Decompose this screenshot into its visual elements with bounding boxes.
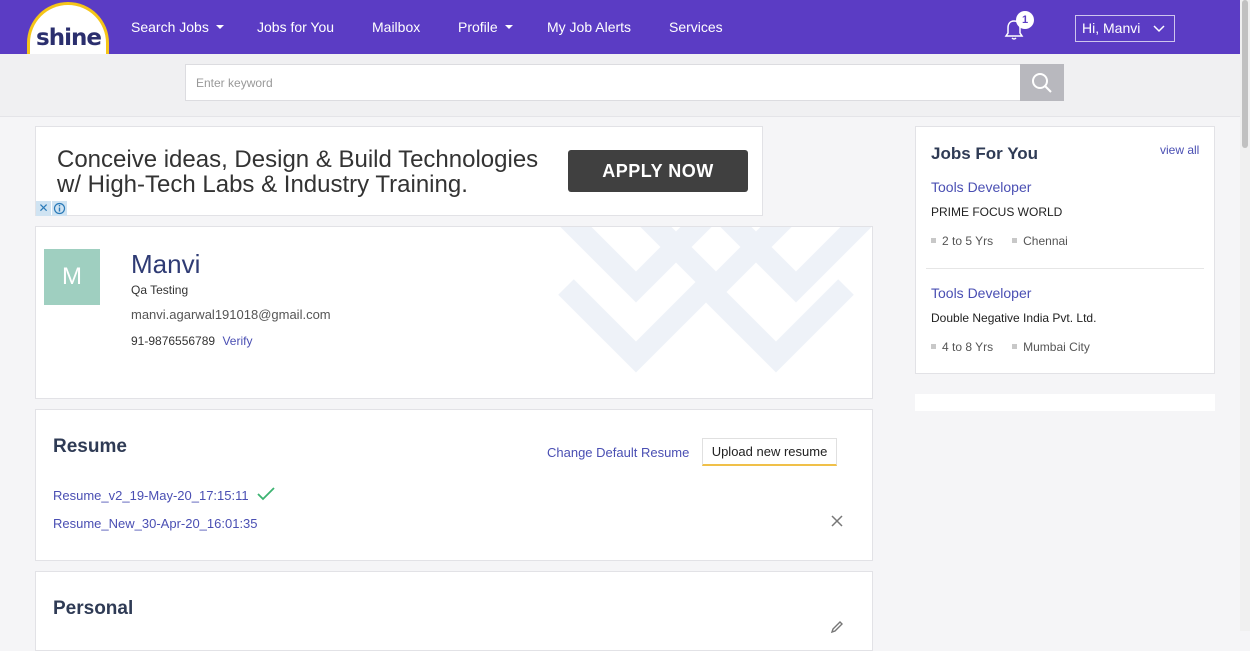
job-experience: 2 to 5 Yrs	[931, 234, 993, 248]
change-default-resume-link[interactable]: Change Default Resume	[547, 445, 689, 460]
verify-phone-link[interactable]: Verify	[222, 334, 252, 348]
jobs-for-you-title: Jobs For You	[931, 144, 1039, 163]
profile-email: manvi.agarwal191018@gmail.com	[131, 307, 331, 322]
nav-services-label: Services	[669, 19, 723, 35]
job-meta: 2 to 5 Yrs Chennai	[931, 234, 1087, 248]
user-menu-button[interactable]: Hi, Manvi	[1075, 15, 1175, 42]
nav-profile-label: Profile	[458, 19, 498, 35]
nav-search-jobs-label: Search Jobs	[131, 19, 209, 35]
delete-resume-icon[interactable]	[831, 515, 843, 527]
chevron-down-icon	[1153, 25, 1165, 33]
nav-my-job-alerts-label: My Job Alerts	[547, 19, 632, 35]
background-pattern	[558, 227, 872, 373]
view-all-link[interactable]: view all	[1160, 143, 1199, 157]
default-check-icon	[257, 487, 275, 501]
personal-card: Personal	[35, 571, 873, 651]
personal-section-title: Personal	[53, 598, 134, 619]
job-title-link[interactable]: Tools Developer	[931, 179, 1031, 195]
resume-card: Resume Change Default Resume Upload new …	[35, 409, 873, 561]
profile-phone: 91-9876556789	[131, 334, 216, 348]
job-company: Double Negative India Pvt. Ltd.	[931, 311, 1097, 325]
keyword-search-input[interactable]	[185, 64, 1021, 101]
ad-info-icon[interactable]	[52, 201, 67, 216]
edit-pencil-icon[interactable]	[830, 620, 844, 634]
nav-search-jobs[interactable]: Search Jobs	[131, 0, 224, 54]
apply-now-button[interactable]: APPLY NOW	[568, 150, 748, 192]
ad-banner[interactable]: Conceive ideas, Design & Build Technolog…	[35, 126, 763, 216]
shine-logo[interactable]: shine	[27, 2, 109, 58]
job-company: PRIME FOCUS WORLD	[931, 205, 1063, 219]
logo-text: shine	[36, 25, 102, 51]
job-location: Chennai	[1012, 234, 1068, 248]
nav-my-job-alerts[interactable]: My Job Alerts	[547, 0, 631, 54]
search-icon	[1032, 72, 1052, 93]
job-experience: 4 to 8 Yrs	[931, 340, 993, 354]
profile-name: Manvi	[131, 249, 201, 279]
resume-file-link[interactable]: Resume_New_30-Apr-20_16:01:35	[53, 516, 258, 531]
ad-close-icon[interactable]: ✕	[36, 201, 51, 216]
nav-jobs-for-you[interactable]: Jobs for You	[257, 0, 334, 54]
nav-jobs-for-you-label: Jobs for You	[257, 19, 335, 35]
profile-card: M Manvi Qa Testing manvi.agarwal191018@g…	[35, 226, 873, 399]
search-bar	[0, 54, 1250, 117]
nav-services[interactable]: Services	[669, 0, 723, 54]
profile-phone-row: 91-9876556789 Verify	[131, 334, 252, 348]
caret-down-icon	[215, 25, 224, 29]
notification-badge: 1	[1016, 11, 1034, 29]
resume-section-title: Resume	[53, 436, 127, 457]
ad-headline: Conceive ideas, Design & Build Technolog…	[57, 146, 539, 198]
search-button[interactable]	[1020, 64, 1064, 101]
caret-down-icon	[504, 25, 513, 29]
nav-mailbox[interactable]: Mailbox	[372, 0, 420, 54]
jobs-for-you-card: Jobs For You view all Tools Developer PR…	[915, 126, 1215, 374]
upload-resume-button[interactable]: Upload new resume	[702, 438, 837, 466]
avatar: M	[44, 249, 100, 305]
nav-profile[interactable]: Profile	[458, 0, 513, 54]
user-greeting: Hi, Manvi	[1082, 20, 1141, 36]
divider	[926, 268, 1204, 269]
sidebar-ad-placeholder	[915, 394, 1215, 411]
top-navbar: shine Search Jobs Jobs for You Mailbox P…	[0, 0, 1250, 58]
job-meta: 4 to 8 Yrs Mumbai City	[931, 340, 1109, 354]
scrollbar-thumb[interactable]	[1242, 0, 1248, 148]
job-title-link[interactable]: Tools Developer	[931, 285, 1031, 301]
resume-file-link[interactable]: Resume_v2_19-May-20_17:15:11	[53, 488, 249, 503]
nav-mailbox-label: Mailbox	[372, 19, 421, 35]
profile-headline: Qa Testing	[131, 283, 189, 297]
job-location: Mumbai City	[1012, 340, 1090, 354]
